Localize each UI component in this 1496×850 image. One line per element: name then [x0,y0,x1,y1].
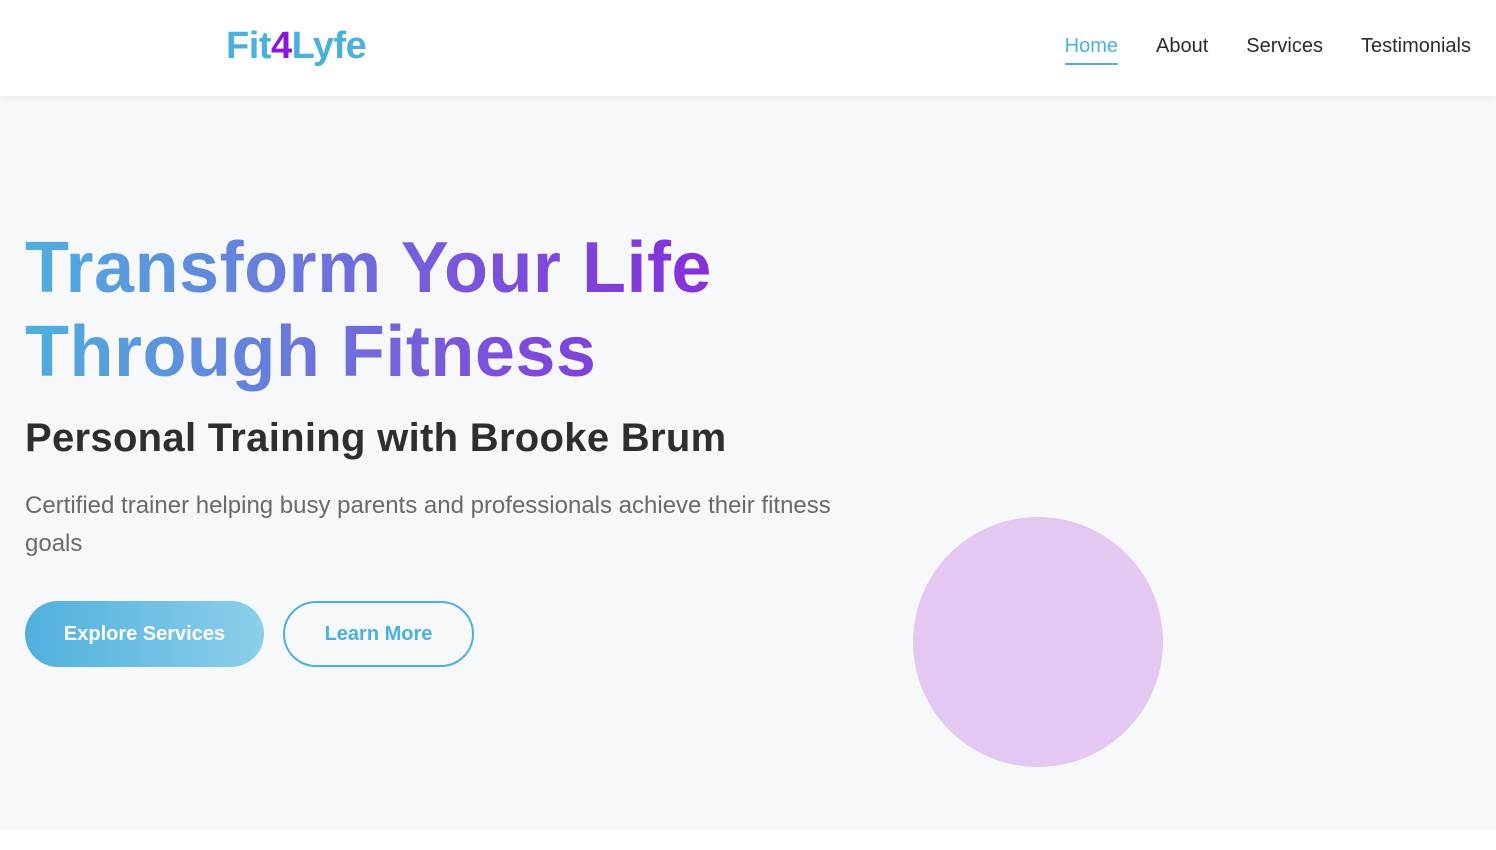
hero-section: Transform Your Life Through Fitness Pers… [0,96,1496,830]
logo-text-lyfe: Lyfe [291,25,367,67]
nav-link-testimonials[interactable]: Testimonials [1361,33,1471,65]
headline-line-1: Transform Your Life [25,228,712,308]
nav-link-home[interactable]: Home [1064,33,1119,65]
hero-subheadline: Personal Training with Brooke Brum [25,416,727,460]
nav-link-about[interactable]: About [1156,33,1208,65]
headline-line-2: Through Fitness [25,312,597,392]
explore-services-button[interactable]: Explore Services [25,601,264,667]
hero-headline: Transform Your Life Through Fitness [25,226,825,394]
logo-text-fit: Fit [226,25,271,67]
learn-more-button[interactable]: Learn More [283,601,474,667]
navbar: Fit4Lyfe Home About Services Testimonial… [0,0,1496,96]
nav-links: Home About Services Testimonials [1064,33,1471,65]
nav-link-services[interactable]: Services [1246,33,1323,65]
logo-text-4: 4 [270,25,292,67]
decorative-circle [913,517,1163,767]
hero-description: Certified trainer helping busy parents a… [25,492,831,557]
logo[interactable]: Fit4Lyfe [226,24,367,68]
